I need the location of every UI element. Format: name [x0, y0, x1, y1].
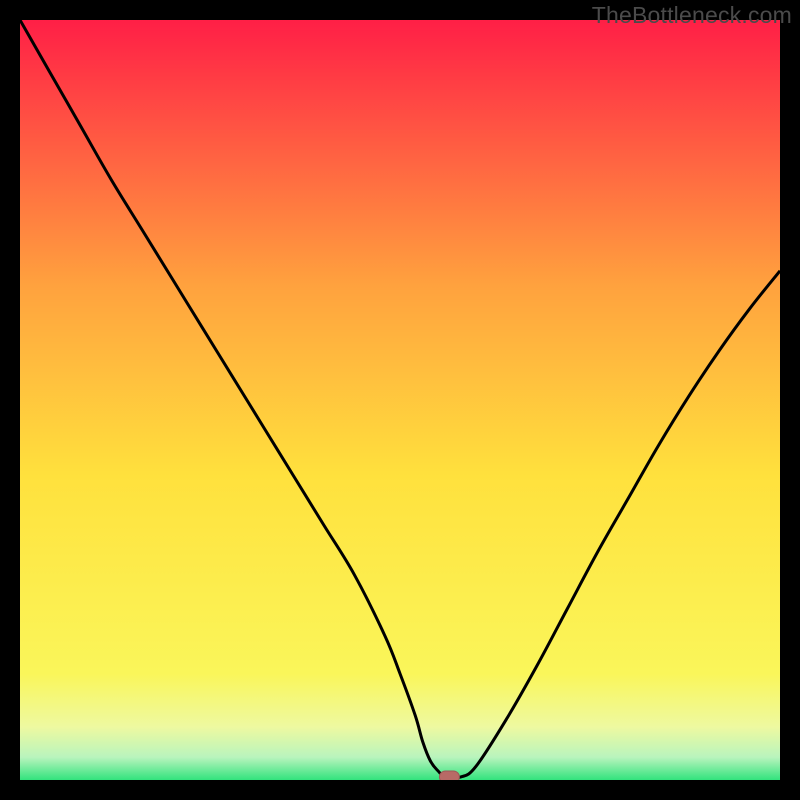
- chart-frame: TheBottleneck.com: [0, 0, 800, 800]
- plot-svg: [20, 20, 780, 780]
- plot-area: [20, 20, 780, 780]
- minimum-marker: [439, 771, 459, 780]
- watermark-text: TheBottleneck.com: [592, 2, 792, 29]
- gradient-background: [20, 20, 780, 780]
